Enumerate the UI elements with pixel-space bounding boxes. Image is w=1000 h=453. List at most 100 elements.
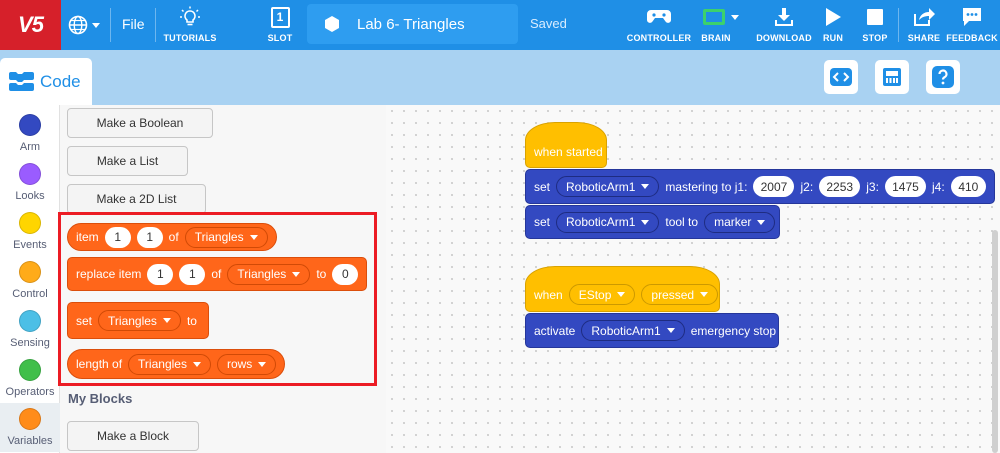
j1-input[interactable]: 2007 [753, 176, 795, 197]
events-category-icon [19, 212, 41, 234]
category-label: Sensing [10, 337, 50, 349]
download-label: DOWNLOAD [756, 33, 812, 43]
dropdown-value: pressed [651, 287, 695, 302]
category-sensing[interactable]: Sensing [0, 305, 60, 354]
project-name: Lab 6- Triangles [357, 15, 465, 33]
event-dropdown[interactable]: pressed [641, 284, 719, 305]
button-dropdown[interactable]: EStop [568, 284, 636, 305]
set-tool-block[interactable]: set RoboticArm1 tool to marker [525, 205, 780, 239]
activate-emergency-stop-block[interactable]: activate RoboticArm1 emergency stop [525, 313, 779, 348]
hexagon-icon [325, 16, 339, 32]
brain-port-icon [883, 68, 901, 86]
toolbar-divider [155, 8, 156, 42]
project-name-field[interactable]: Lab 6- Triangles [307, 4, 518, 44]
share-label: SHARE [907, 33, 941, 43]
category-label: Looks [15, 190, 45, 202]
tool-dropdown[interactable]: marker [704, 211, 776, 233]
code-viewer-button[interactable] [824, 60, 858, 94]
run-button[interactable]: RUN [820, 5, 846, 45]
category-label: Control [12, 288, 48, 300]
block-text: when [534, 288, 563, 302]
file-menu[interactable]: File [122, 16, 145, 32]
brain-button[interactable]: BRAIN [697, 5, 745, 45]
lightbulb-icon [180, 6, 200, 26]
arm-category-icon [19, 114, 41, 136]
tutorials-label: TUTORIALS [163, 33, 217, 43]
make-2d-list-button[interactable]: Make a 2D List [67, 184, 206, 214]
dropdown-arrow-icon [641, 184, 650, 189]
code-brackets-icon [830, 68, 852, 86]
variables-category-icon [19, 408, 41, 430]
slot-button[interactable]: 1 SLOT [264, 5, 296, 45]
category-arm[interactable]: Arm [0, 109, 60, 158]
run-label: RUN [822, 33, 844, 43]
set-mastering-block[interactable]: set RoboticArm1 mastering to j1: 2007 j2… [525, 169, 995, 204]
block-text: activate [534, 323, 576, 338]
j2-input[interactable]: 2253 [819, 176, 861, 197]
make-list-button[interactable]: Make a List [67, 146, 188, 176]
block-text: tool to [665, 215, 699, 229]
sensing-category-icon [19, 310, 41, 332]
block-text: emergency stop [690, 323, 777, 338]
dropdown-value: marker [714, 215, 752, 229]
question-icon [932, 66, 954, 88]
controller-icon [647, 10, 671, 23]
category-control[interactable]: Control [0, 256, 60, 305]
category-label: Arm [19, 141, 41, 153]
brain-icon [703, 9, 725, 25]
device-dropdown[interactable]: RoboticArm1 [556, 211, 660, 233]
my-blocks-heading: My Blocks [68, 391, 133, 406]
brain-label: BRAIN [701, 33, 731, 43]
category-looks[interactable]: Looks [0, 158, 60, 207]
slot-label: SLOT [267, 33, 293, 43]
tutorials-button[interactable]: TUTORIALS [163, 5, 217, 45]
category-variables[interactable]: Variables [0, 403, 60, 452]
controller-label: CONTROLLER [626, 33, 692, 43]
make-boolean-button[interactable]: Make a Boolean [67, 108, 213, 138]
when-started-block[interactable]: when started [525, 122, 607, 168]
feedback-icon [963, 8, 981, 26]
operators-category-icon [19, 359, 41, 381]
code-tab[interactable]: Code [0, 58, 92, 105]
j4-input[interactable]: 410 [950, 176, 986, 197]
devices-button[interactable] [875, 60, 909, 94]
device-dropdown[interactable]: RoboticArm1 [581, 320, 685, 341]
dropdown-value: RoboticArm1 [591, 323, 661, 338]
stop-icon [867, 9, 883, 25]
dropdown-arrow-icon [757, 219, 766, 225]
chevron-down-icon [92, 22, 100, 28]
workspace-scrollbar[interactable] [992, 230, 998, 453]
when-estop-pressed-block[interactable]: when EStop pressed [525, 266, 720, 312]
category-events[interactable]: Events [0, 207, 60, 256]
toolbar-divider [898, 8, 899, 42]
language-button[interactable] [68, 12, 106, 38]
controller-button[interactable]: CONTROLLER [626, 5, 692, 45]
feedback-button[interactable]: FEEDBACK [946, 5, 998, 45]
stop-button[interactable]: STOP [861, 5, 889, 45]
block-text: set [534, 179, 551, 194]
v5-logo: V5 [0, 0, 61, 50]
j3-input[interactable]: 1475 [884, 176, 926, 197]
share-icon [914, 8, 935, 26]
toolbar-divider [110, 8, 111, 42]
dropdown-arrow-icon [641, 219, 650, 225]
code-tab-label: Code [40, 71, 81, 91]
make-block-button[interactable]: Make a Block [67, 421, 199, 451]
download-icon [775, 8, 793, 26]
highlight-box [58, 212, 377, 386]
play-icon [826, 8, 841, 26]
block-text: set [534, 215, 551, 229]
block-text: when started [534, 145, 603, 159]
category-label: Variables [7, 435, 53, 447]
share-button[interactable]: SHARE [908, 5, 940, 45]
save-status: Saved [530, 16, 567, 31]
download-button[interactable]: DOWNLOAD [756, 5, 812, 45]
looks-category-icon [19, 163, 41, 185]
block-text: j4: [931, 179, 945, 194]
device-dropdown[interactable]: RoboticArm1 [556, 176, 660, 197]
globe-icon [68, 15, 88, 35]
dropdown-value: RoboticArm1 [566, 215, 636, 229]
stop-label: STOP [862, 33, 888, 43]
help-button[interactable] [926, 60, 960, 94]
category-operators[interactable]: Operators [0, 354, 60, 403]
